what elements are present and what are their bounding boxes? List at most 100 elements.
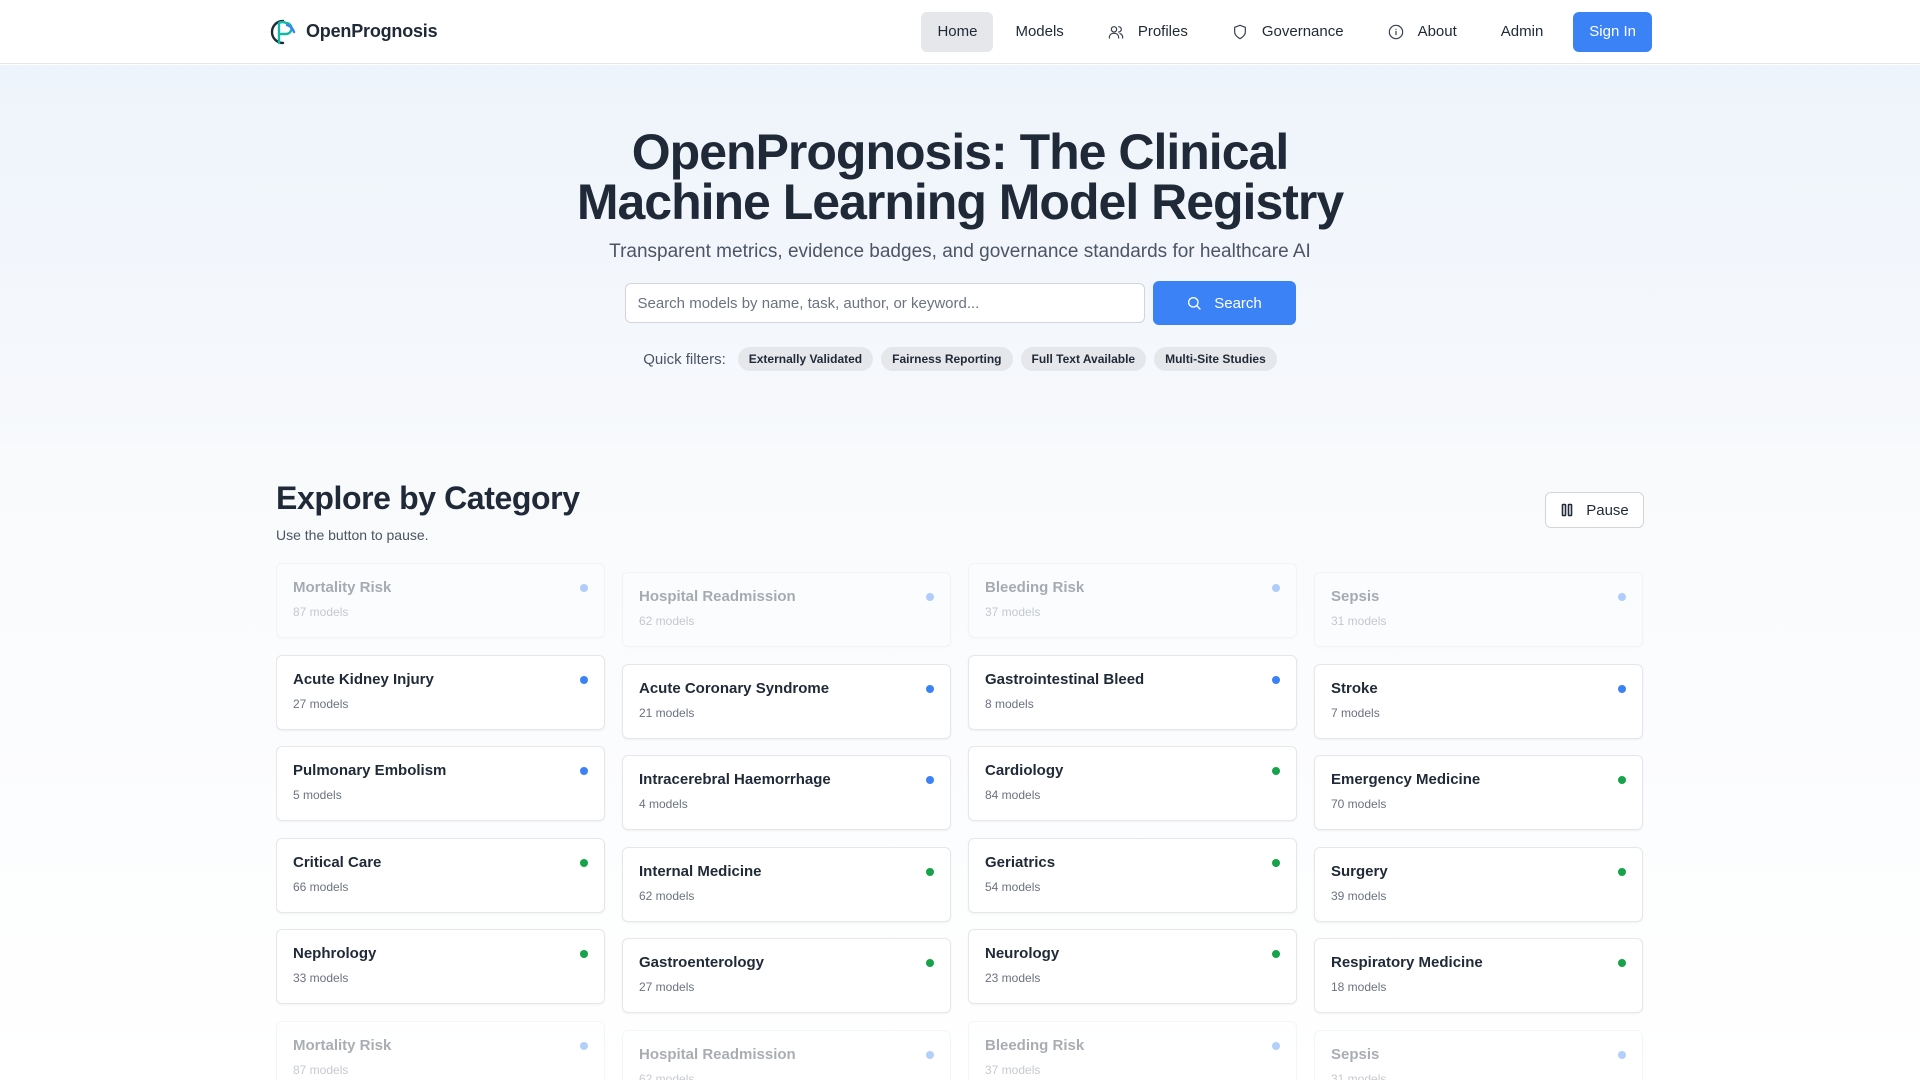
category-card-name: Bleeding Risk xyxy=(985,579,1085,596)
category-card[interactable]: Surgery 39 models xyxy=(1314,846,1643,922)
category-card[interactable]: Stroke 7 models xyxy=(1314,663,1643,739)
category-card[interactable]: Respiratory Medicine 18 models xyxy=(1314,938,1643,1013)
quick-filters: Quick filters: Externally Validated Fair… xyxy=(0,347,1920,371)
filter-chip-fairness-reporting[interactable]: Fairness Reporting xyxy=(881,347,1013,371)
category-card[interactable]: Mortality Risk 87 models xyxy=(276,563,605,638)
category-subtitle: Use the button to pause. xyxy=(276,527,429,543)
main-nav: Home Models Profiles Governance About Ad… xyxy=(921,11,1652,52)
page-title-line-2: Machine Learning Model Registry xyxy=(576,174,1344,230)
hero-subtitle: Transparent metrics, evidence badges, an… xyxy=(609,241,1311,262)
category-card-name: Gastroenterology xyxy=(639,954,765,971)
category-card[interactable]: Intracerebral Haemorrhage 4 models xyxy=(622,755,951,830)
category-card-name: Gastrointestinal Bleed xyxy=(985,670,1145,688)
category-card[interactable]: Gastroenterology 27 models xyxy=(622,938,951,1013)
category-card[interactable]: Mortality Risk 87 models xyxy=(276,1020,605,1080)
category-card-name: Intracerebral Haemorrhage xyxy=(639,771,831,788)
nav-profiles-label: Profiles xyxy=(1137,23,1188,40)
hero-section: OpenPrognosis: The Clinical Machine Lear… xyxy=(0,65,1920,445)
category-card[interactable]: Critical Care 66 models xyxy=(276,837,605,913)
category-card[interactable]: Bleeding Risk 37 models xyxy=(968,1020,1297,1080)
category-card-count: 84 models xyxy=(985,788,1041,802)
category-card[interactable]: Hospital Readmission 62 models xyxy=(622,1029,951,1080)
quick-filters-label: Quick filters: xyxy=(643,350,726,368)
category-card[interactable]: Cardiology 84 models xyxy=(968,746,1297,821)
sign-in-button[interactable]: Sign In xyxy=(1573,11,1652,52)
info-icon xyxy=(1388,24,1403,39)
category-card-count: 33 models xyxy=(293,971,349,985)
category-status-dot xyxy=(1272,950,1280,958)
category-header: Explore by Category Use the button to pa… xyxy=(276,480,580,543)
category-status-dot xyxy=(926,593,934,601)
pause-button[interactable]: Pause xyxy=(1545,492,1644,528)
category-status-dot xyxy=(580,767,588,775)
category-card-count: 18 models xyxy=(1331,980,1387,994)
category-carousel: Mortality Risk 87 models Acute Kidney Inju… xyxy=(276,563,1646,1080)
category-card[interactable]: Acute Coronary Syndrome 21 models xyxy=(622,663,951,739)
category-status-dot xyxy=(926,684,934,693)
category-card[interactable]: Neurology 23 models xyxy=(968,929,1297,1004)
category-card[interactable]: Sepsis 31 models xyxy=(1314,1029,1643,1080)
nav-home[interactable]: Home xyxy=(921,11,994,52)
search-button[interactable]: Search xyxy=(1152,281,1296,325)
category-status-dot xyxy=(926,867,934,876)
category-status-dot xyxy=(580,858,588,867)
nav-governance[interactable]: Governance xyxy=(1210,12,1360,52)
category-card-name: Internal Medicine xyxy=(639,862,762,880)
search-input[interactable] xyxy=(624,283,1145,323)
pause-icon xyxy=(1561,503,1573,517)
category-status-dot xyxy=(1618,867,1626,876)
category-card-name: Stroke xyxy=(1331,679,1378,697)
search-bar: Search xyxy=(0,281,1920,325)
category-card-name: Hospital Readmission xyxy=(639,1045,796,1063)
filter-chip-full-text-available[interactable]: Full Text Available xyxy=(1020,347,1147,371)
category-card-name: Bleeding Risk xyxy=(985,1036,1085,1054)
category-card[interactable]: Acute Kidney Injury 27 models xyxy=(276,654,605,730)
nav-admin-label: Admin xyxy=(1500,23,1544,40)
category-card-name: Emergency Medicine xyxy=(1331,771,1481,788)
category-card-name: Pulmonary Embolism xyxy=(293,762,447,779)
category-status-dot xyxy=(1618,684,1626,693)
category-card[interactable]: Nephrology 33 models xyxy=(276,929,605,1004)
category-card-name: Surgery xyxy=(1331,862,1388,880)
nav-models[interactable]: Models xyxy=(999,12,1079,52)
category-status-dot xyxy=(1272,675,1280,684)
category-card[interactable]: Sepsis 31 models xyxy=(1314,572,1643,647)
nav-home-label: Home xyxy=(937,23,978,40)
category-card[interactable]: Hospital Readmission 62 models xyxy=(622,572,951,647)
users-icon xyxy=(1108,25,1124,39)
category-card-count: 62 models xyxy=(639,614,695,628)
category-status-dot xyxy=(926,1050,934,1059)
category-card[interactable]: Internal Medicine 62 models xyxy=(622,846,951,922)
category-status-dot xyxy=(580,584,588,592)
nav-profiles[interactable]: Profiles xyxy=(1086,12,1204,52)
category-card[interactable]: Geriatrics 54 models xyxy=(968,837,1297,913)
category-status-dot xyxy=(1618,1050,1626,1059)
category-card-name: Nephrology xyxy=(293,945,377,962)
filter-chip-multi-site-studies[interactable]: Multi-Site Studies xyxy=(1154,347,1277,371)
category-card-count: 37 models xyxy=(985,605,1041,619)
brand[interactable]: OpenPrognosis xyxy=(268,17,438,47)
nav-admin[interactable]: Admin xyxy=(1479,12,1560,52)
category-card-count: 70 models xyxy=(1331,797,1387,811)
category-card[interactable]: Emergency Medicine 70 models xyxy=(1314,755,1643,830)
category-card-count: 27 models xyxy=(639,980,695,994)
category-status-dot xyxy=(1618,593,1626,601)
category-card-count: 62 models xyxy=(639,1071,695,1080)
nav-about[interactable]: About xyxy=(1366,12,1473,52)
category-status-dot xyxy=(580,675,588,684)
category-card-count: 21 models xyxy=(639,705,695,720)
category-card[interactable]: Gastrointestinal Bleed 8 models xyxy=(968,654,1297,730)
openprognosis-logo-icon xyxy=(270,19,296,44)
category-card-count: 8 models xyxy=(985,696,1034,711)
category-card-name: Respiratory Medicine xyxy=(1331,954,1483,971)
category-card-name: Critical Care xyxy=(293,853,382,871)
category-card-count: 4 models xyxy=(639,797,688,811)
category-status-dot xyxy=(1618,776,1626,784)
category-card[interactable]: Pulmonary Embolism 5 models xyxy=(276,746,605,821)
category-card-name: Geriatrics xyxy=(985,853,1056,871)
filter-chip-externally-validated[interactable]: Externally Validated xyxy=(737,347,874,371)
category-status-dot xyxy=(1272,858,1280,867)
category-card-name: Neurology xyxy=(985,945,1060,962)
category-card-count: 5 models xyxy=(293,788,342,802)
category-card[interactable]: Bleeding Risk 37 models xyxy=(968,563,1297,638)
